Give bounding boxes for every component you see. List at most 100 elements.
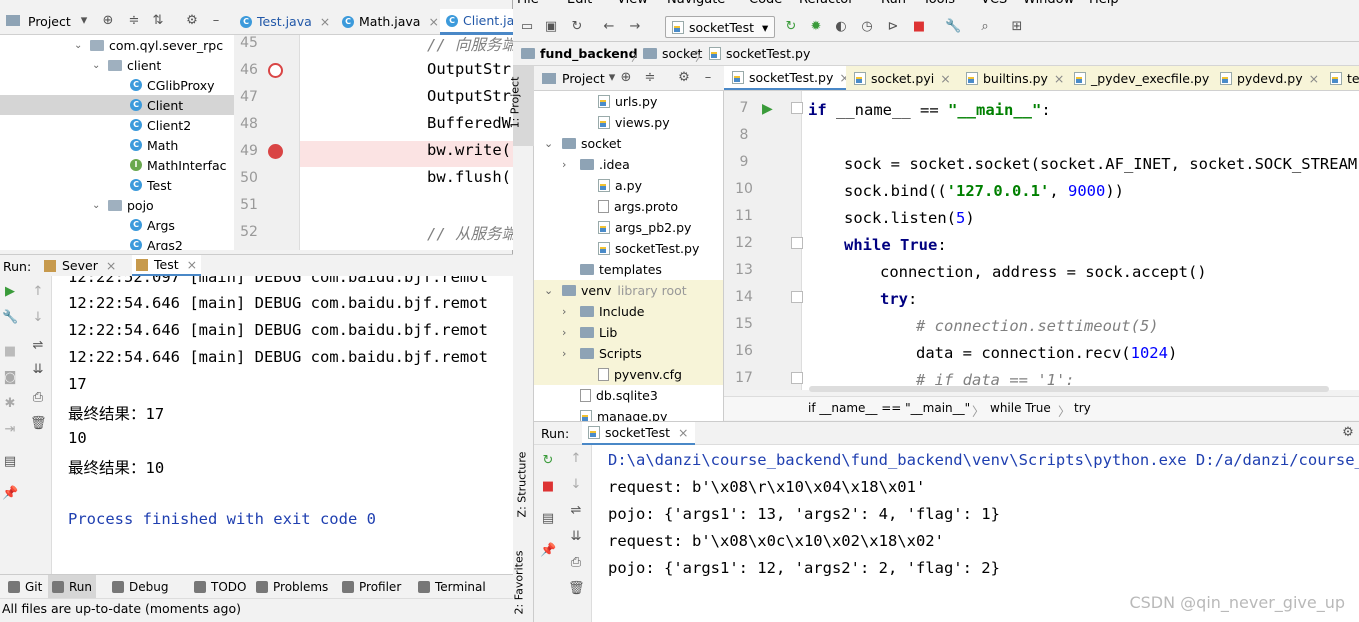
settings-icon[interactable]: ✱ bbox=[2, 396, 18, 412]
chevron-right-icon[interactable]: › bbox=[562, 347, 580, 360]
tool-tab-terminal[interactable]: Terminal bbox=[414, 575, 490, 599]
back-icon[interactable]: ← bbox=[601, 19, 617, 35]
rerun-icon[interactable]: ▶ bbox=[2, 284, 18, 300]
run-config-select[interactable]: socketTest ▾ bbox=[665, 16, 776, 38]
tree-item[interactable]: args.proto bbox=[534, 196, 723, 217]
scroll-end-icon[interactable]: ⇊ bbox=[30, 362, 46, 378]
side-tab-project[interactable]: 1: Project bbox=[508, 66, 534, 146]
menu-item-tools[interactable]: Tools bbox=[923, 0, 955, 7]
rerun-icon[interactable]: ↻ bbox=[783, 19, 799, 35]
layout-icon[interactable]: ▤ bbox=[2, 454, 18, 470]
menu-item-navigate[interactable]: Navigate bbox=[667, 0, 725, 7]
chevron-right-icon[interactable]: › bbox=[562, 305, 580, 318]
close-icon[interactable]: × bbox=[1054, 71, 1064, 86]
editor-tab[interactable]: builtins.py × bbox=[958, 66, 1074, 90]
run-icon[interactable]: ⊳ bbox=[885, 19, 901, 35]
fold-icon[interactable] bbox=[791, 102, 803, 114]
tree-item[interactable]: views.py bbox=[534, 112, 723, 133]
chevron-down-icon[interactable]: ▾ bbox=[76, 13, 92, 29]
menu-item-help[interactable]: Help bbox=[1089, 0, 1119, 7]
breakpoint-icon[interactable] bbox=[268, 144, 283, 159]
close-icon[interactable]: × bbox=[187, 257, 197, 272]
menu-item-edit[interactable]: Edit bbox=[567, 0, 592, 7]
menu-item-code[interactable]: Code bbox=[749, 0, 782, 7]
fold-icon[interactable] bbox=[791, 237, 803, 249]
print-icon[interactable]: ⎙ bbox=[30, 390, 46, 406]
locate-icon[interactable]: ⊕ bbox=[618, 70, 634, 86]
minimize-icon[interactable]: – bbox=[208, 13, 224, 29]
forward-icon[interactable]: → bbox=[627, 19, 643, 35]
collapse-icon[interactable]: ≑ bbox=[126, 13, 142, 29]
breadcrumb-item[interactable]: socket bbox=[643, 46, 702, 61]
chevron-down-icon[interactable]: ⌄ bbox=[74, 40, 90, 51]
search-icon[interactable]: ⌕ bbox=[977, 19, 993, 35]
tree-item[interactable]: ⌄ client bbox=[0, 55, 234, 75]
crumb[interactable]: while True bbox=[990, 401, 1051, 415]
editor-tab[interactable]: te bbox=[1322, 66, 1359, 90]
tree-item[interactable]: › Include bbox=[534, 301, 723, 322]
wrap-icon[interactable]: ⇌ bbox=[568, 503, 584, 519]
tree-item[interactable]: C Args2 bbox=[0, 235, 234, 250]
scroll-end-icon[interactable]: ⇊ bbox=[568, 529, 584, 545]
tab-test-java[interactable]: C Test.java × bbox=[240, 14, 330, 29]
minimize-icon[interactable]: – bbox=[700, 70, 716, 86]
left-project-label[interactable]: Project bbox=[28, 14, 71, 29]
crumb[interactable]: try bbox=[1074, 401, 1091, 415]
chevron-down-icon[interactable]: ⌄ bbox=[544, 284, 562, 297]
locate-icon[interactable]: ⊕ bbox=[100, 13, 116, 29]
tree-item[interactable]: › Lib bbox=[534, 322, 723, 343]
close-icon[interactable]: × bbox=[106, 258, 116, 273]
crumb[interactable]: if __name__ == "__main__" bbox=[808, 401, 970, 415]
tree-item[interactable]: ⌄ com.qyl.sever_rpc bbox=[0, 35, 234, 55]
up-icon[interactable]: ↑ bbox=[30, 284, 46, 300]
right-code-area[interactable]: if __name__ == "__main__": sock = socket… bbox=[802, 91, 1359, 390]
side-tab-favorites[interactable]: 2: Favorites bbox=[512, 544, 534, 622]
stop-icon[interactable]: ■ bbox=[540, 479, 556, 495]
rerun-icon[interactable]: ↻ bbox=[540, 453, 556, 469]
chevron-right-icon[interactable]: › bbox=[562, 158, 580, 171]
chevron-down-icon[interactable]: ⌄ bbox=[92, 60, 108, 71]
menu-item-view[interactable]: View bbox=[617, 0, 648, 7]
close-icon[interactable]: × bbox=[1309, 71, 1319, 86]
tree-item[interactable]: ⌄ pojo bbox=[0, 195, 234, 215]
print-icon[interactable]: ⎙ bbox=[568, 555, 584, 571]
right-project-label[interactable]: Project bbox=[562, 71, 605, 86]
gear-icon[interactable]: ⚙ bbox=[1340, 425, 1356, 441]
run-tab-sockettest[interactable]: socketTest × bbox=[582, 422, 695, 446]
breadcrumb-item[interactable]: socketTest.py bbox=[709, 46, 810, 61]
wrap-icon[interactable]: ⇌ bbox=[30, 338, 46, 354]
menu-item-window[interactable]: Window bbox=[1023, 0, 1074, 7]
gear-icon[interactable]: ⚙ bbox=[676, 70, 692, 86]
menu-item-vcs[interactable]: VCS bbox=[981, 0, 1007, 7]
editor-tab[interactable]: socket.pyi × bbox=[846, 66, 960, 90]
fold-icon[interactable] bbox=[791, 291, 803, 303]
tree-item[interactable]: args_pb2.py bbox=[534, 217, 723, 238]
tree-item[interactable]: ⌄ venv library root bbox=[534, 280, 723, 301]
tree-item[interactable]: I MathInterfac bbox=[0, 155, 234, 175]
pin-icon[interactable]: 📌 bbox=[540, 543, 556, 559]
tree-item[interactable]: › .idea bbox=[534, 154, 723, 175]
tab-math-java[interactable]: C Math.java × bbox=[342, 14, 439, 29]
tree-item[interactable]: ⌄ socket bbox=[534, 133, 723, 154]
tree-item[interactable]: urls.py bbox=[534, 91, 723, 112]
breakpoint-icon[interactable] bbox=[268, 63, 283, 78]
trash-icon[interactable]: 🗑 bbox=[568, 581, 585, 597]
tool-tab-problems[interactable]: Problems bbox=[252, 575, 332, 599]
exit-icon[interactable]: ⇥ bbox=[2, 422, 18, 438]
breadcrumb-item[interactable]: fund_backend bbox=[521, 46, 638, 61]
tool-tab-git[interactable]: Git bbox=[4, 575, 46, 599]
menu-item-refactor[interactable]: Refactor bbox=[799, 0, 854, 7]
tree-item[interactable]: a.py bbox=[534, 175, 723, 196]
camera-icon[interactable]: ◙ bbox=[2, 370, 18, 386]
run-tab-sever[interactable]: Sever × bbox=[44, 258, 116, 273]
tree-item[interactable]: C CGlibProxy bbox=[0, 75, 234, 95]
editor-hscrollbar[interactable] bbox=[809, 386, 1329, 392]
wrench-icon[interactable]: 🔧 bbox=[945, 19, 961, 35]
tree-item[interactable]: C Client2 bbox=[0, 115, 234, 135]
close-icon[interactable]: × bbox=[940, 71, 950, 86]
tree-item[interactable]: db.sqlite3 bbox=[534, 385, 723, 406]
left-console[interactable]: 12:22:52.097 [main] DEBUG com.baidu.bjf.… bbox=[52, 276, 513, 574]
tree-item[interactable]: C Args bbox=[0, 215, 234, 235]
tool-tab-profiler[interactable]: Profiler bbox=[338, 575, 405, 599]
tree-item[interactable]: C Client bbox=[0, 95, 234, 115]
